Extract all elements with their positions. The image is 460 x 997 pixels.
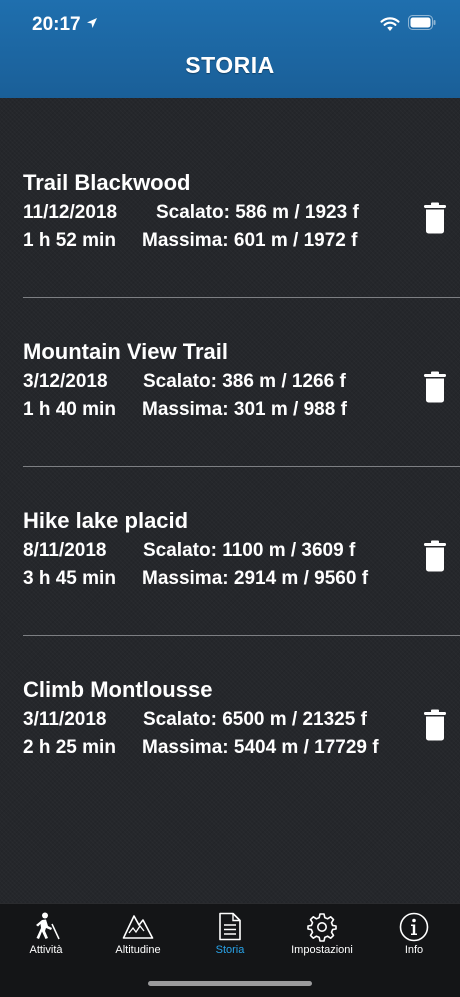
tab-label: Storia bbox=[215, 944, 245, 956]
trail-date: 3/12/2018 bbox=[23, 371, 108, 392]
trail-duration: 1 h 40 min bbox=[23, 399, 116, 420]
trail-duration: 3 h 45 min bbox=[23, 568, 116, 589]
trail-name: Climb Montlousse bbox=[23, 677, 213, 702]
mountain-icon bbox=[122, 915, 154, 939]
trail-duration: 2 h 25 min bbox=[23, 737, 116, 758]
home-indicator bbox=[148, 981, 312, 986]
list-item[interactable]: Climb Montlousse 3/11/2018 Scalato: 6500… bbox=[0, 605, 460, 774]
list-item[interactable]: Trail Blackwood 11/12/2018 Scalato: 586 … bbox=[0, 98, 460, 267]
trail-date: 3/11/2018 bbox=[23, 709, 107, 730]
trail-name: Trail Blackwood bbox=[23, 170, 191, 195]
list-item[interactable]: Mountain View Trail 3/12/2018 Scalato: 3… bbox=[0, 267, 460, 436]
tab-label: Info bbox=[404, 944, 424, 956]
hiker-icon bbox=[36, 912, 60, 940]
location-arrow-icon bbox=[87, 18, 97, 28]
trail-duration: 1 h 52 min bbox=[23, 230, 116, 251]
tab-attivita[interactable]: Attività bbox=[0, 904, 92, 964]
trash-icon[interactable] bbox=[423, 540, 447, 572]
tab-impostazioni[interactable]: Impostazioni bbox=[276, 904, 368, 964]
trail-climbed: Scalato: 586 m / 1923 f bbox=[156, 202, 359, 223]
trail-date: 11/12/2018 bbox=[23, 202, 118, 223]
trail-max-altitude: Massima: 5404 m / 17729 f bbox=[142, 737, 379, 758]
status-time: 20:17 bbox=[32, 14, 81, 35]
header: 20:17 STORIA bbox=[0, 0, 460, 98]
tab-info[interactable]: Info bbox=[368, 904, 460, 964]
trail-climbed: Scalato: 6500 m / 21325 f bbox=[143, 709, 367, 730]
trail-name: Mountain View Trail bbox=[23, 339, 228, 364]
list-item[interactable]: Hike lake placid 8/11/2018 Scalato: 1100… bbox=[0, 436, 460, 605]
trash-icon[interactable] bbox=[423, 371, 447, 403]
tab-storia[interactable]: Storia bbox=[184, 904, 276, 964]
trail-climbed: Scalato: 1100 m / 3609 f bbox=[143, 540, 356, 561]
tab-label: Attività bbox=[29, 944, 63, 956]
trash-icon[interactable] bbox=[423, 202, 447, 234]
trail-climbed: Scalato: 386 m / 1266 f bbox=[143, 371, 346, 392]
wifi-icon bbox=[380, 17, 400, 31]
document-icon bbox=[219, 912, 241, 941]
trail-max-altitude: Massima: 301 m / 988 f bbox=[142, 399, 347, 420]
status-bar: 20:17 bbox=[0, 0, 460, 48]
tab-label: Altitudine bbox=[115, 944, 161, 956]
tab-altitudine[interactable]: Altitudine bbox=[92, 904, 184, 964]
gear-icon bbox=[307, 913, 337, 942]
page-title: STORIA bbox=[185, 52, 275, 78]
tab-label: Impostazioni bbox=[291, 944, 353, 956]
trail-name: Hike lake placid bbox=[23, 508, 189, 533]
history-list: Trail Blackwood 11/12/2018 Scalato: 586 … bbox=[0, 98, 460, 903]
info-icon bbox=[399, 912, 429, 942]
trash-icon[interactable] bbox=[423, 709, 447, 741]
trail-max-altitude: Massima: 2914 m / 9560 f bbox=[142, 568, 369, 589]
trail-date: 8/11/2018 bbox=[23, 540, 107, 561]
trail-max-altitude: Massima: 601 m / 1972 f bbox=[142, 230, 358, 251]
battery-icon bbox=[408, 15, 436, 30]
